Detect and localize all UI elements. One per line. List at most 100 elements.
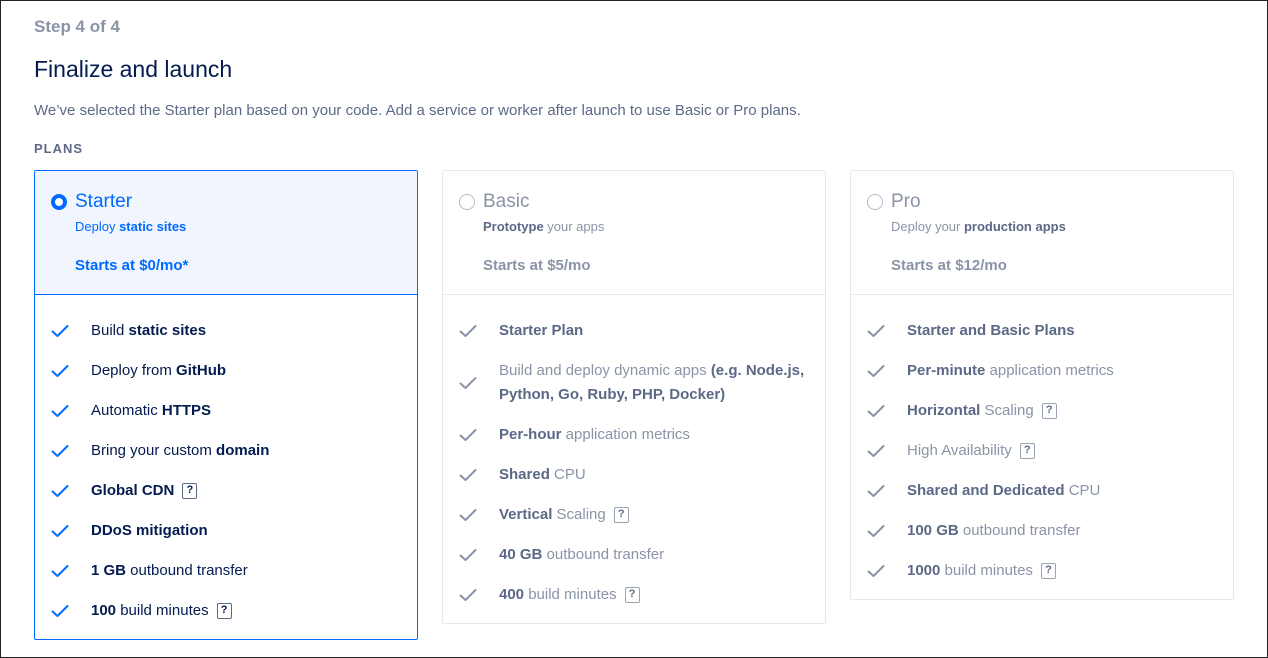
plan-subtitle-text: Deploy your [891, 219, 964, 234]
check-icon [51, 604, 75, 618]
plan-card-basic[interactable]: Basic Prototype your apps Starts at $5/mo S… [442, 170, 826, 624]
step-indicator: Step 4 of 4 [34, 17, 120, 36]
check-icon [459, 324, 483, 338]
check-icon [51, 564, 75, 578]
plan-title-row: Basic [459, 191, 809, 213]
check-icon [51, 364, 75, 378]
feature-text: High Availability? [907, 439, 1035, 463]
feature-text: 100 GB outbound transfer [907, 519, 1080, 543]
feature-text-emphasis: HTTPS [161, 402, 212, 419]
plan-subtitle-emphasis: Prototype [483, 219, 544, 234]
plan-card-pro[interactable]: Pro Deploy your production apps Starts at … [850, 170, 1234, 600]
feature-text: 40 GB outbound transfer [499, 543, 664, 567]
check-icon [51, 324, 75, 338]
feature-text: Shared and Dedicated CPU [907, 479, 1100, 503]
help-icon[interactable]: ? [1041, 403, 1057, 420]
feature-text-part: application metrics [561, 426, 690, 443]
feature-text: Shared CPU [499, 463, 586, 487]
feature-text-emphasis: Per-hour [499, 426, 562, 443]
plan-feature-item: Shared and Dedicated CPU [867, 471, 1217, 511]
plan-feature-item: Per-hour application metrics [459, 415, 809, 455]
feature-text: Starter Plan [499, 319, 583, 343]
check-icon [51, 524, 75, 538]
plan-feature-item: 100 build minutes? [51, 591, 401, 631]
plan-radio-pro[interactable] [867, 194, 883, 210]
plan-feature-item: 1 GB outbound transfer [51, 551, 401, 591]
finalize-launch-page: Step 4 of 4 Finalize and launch We’ve se… [0, 0, 1268, 658]
check-icon [867, 524, 891, 538]
plan-feature-list: Build static sites Deploy from GitHub Auto… [35, 295, 417, 639]
plan-subtitle: Deploy static sites [75, 218, 401, 236]
feature-text-emphasis: Per-minute [907, 362, 986, 379]
page-title: Finalize and launch [34, 56, 233, 82]
feature-text: Global CDN? [91, 479, 198, 503]
plan-title-row: Starter [51, 191, 401, 213]
check-icon [51, 404, 75, 418]
help-icon[interactable]: ? [182, 483, 198, 500]
feature-text-emphasis: Vertical [499, 506, 553, 523]
plan-feature-item: Global CDN? [51, 471, 401, 511]
plan-card-header[interactable]: Starter Deploy static sites Starts at $0/m… [35, 171, 417, 295]
plan-card-header[interactable]: Pro Deploy your production apps Starts at … [851, 171, 1233, 295]
help-icon[interactable]: ? [216, 603, 232, 620]
feature-text-part: Build [91, 322, 129, 339]
plan-feature-item: Deploy from GitHub [51, 351, 401, 391]
feature-text: Per-hour application metrics [499, 423, 690, 447]
plan-subtitle-text: your apps [543, 219, 605, 234]
feature-text-part: Automatic [91, 402, 162, 419]
feature-text-emphasis: 100 GB [907, 522, 959, 539]
feature-text-part: outbound transfer [958, 522, 1081, 539]
plan-cards: Starter Deploy static sites Starts at $0/m… [34, 170, 1234, 640]
feature-text-part: Scaling [552, 506, 606, 523]
check-icon [459, 508, 483, 522]
help-icon[interactable]: ? [1019, 443, 1035, 460]
feature-text-emphasis: Global CDN [91, 482, 175, 499]
plan-radio-starter[interactable] [51, 194, 67, 210]
feature-text-emphasis: 1 GB [91, 562, 127, 579]
feature-text-emphasis: static sites [128, 322, 207, 339]
page-description: We’ve selected the Starter plan based on… [34, 102, 801, 119]
help-icon[interactable]: ? [1040, 563, 1056, 580]
feature-text: 100 build minutes? [91, 599, 232, 623]
feature-text: Deploy from GitHub [91, 359, 226, 383]
feature-text-emphasis: Shared [499, 466, 550, 483]
plan-radio-basic[interactable] [459, 194, 475, 210]
plan-subtitle-emphasis: static sites [119, 219, 187, 234]
feature-text-part: build minutes [524, 586, 617, 603]
feature-text-emphasis: Horizontal [907, 402, 981, 419]
check-icon [867, 404, 891, 418]
plan-feature-item: Starter and Basic Plans [867, 311, 1217, 351]
feature-text: Starter and Basic Plans [907, 319, 1075, 343]
feature-text-emphasis: domain [216, 442, 270, 459]
feature-text: Automatic HTTPS [91, 399, 211, 423]
feature-text: Bring your custom domain [91, 439, 269, 463]
feature-text: 400 build minutes? [499, 583, 640, 607]
plan-price: Starts at $5/mo [483, 257, 591, 274]
plan-card-header[interactable]: Basic Prototype your apps Starts at $5/mo [443, 171, 825, 295]
plan-feature-item: 100 GB outbound transfer [867, 511, 1217, 551]
feature-text-part: build minutes [940, 562, 1033, 579]
feature-text-emphasis: Shared and Dedicated [907, 482, 1065, 499]
plan-card-starter[interactable]: Starter Deploy static sites Starts at $0/m… [34, 170, 418, 640]
check-icon [867, 444, 891, 458]
check-icon [867, 484, 891, 498]
feature-text-part: High Availability [907, 442, 1012, 459]
plan-feature-item: Automatic HTTPS [51, 391, 401, 431]
plan-feature-item: Per-minute application metrics [867, 351, 1217, 391]
feature-text: DDoS mitigation [91, 519, 208, 543]
help-icon[interactable]: ? [624, 587, 640, 604]
feature-text-part: CPU [549, 466, 586, 483]
check-icon [459, 588, 483, 602]
check-icon [51, 484, 75, 498]
plan-subtitle-text: Deploy [75, 219, 120, 234]
check-icon [459, 428, 483, 442]
help-icon[interactable]: ? [613, 507, 629, 524]
plan-feature-item: 40 GB outbound transfer [459, 535, 809, 575]
plan-feature-item: Build and deploy dynamic apps (e.g. Node… [459, 351, 809, 415]
plan-feature-item: Bring your custom domain [51, 431, 401, 471]
feature-text: Build and deploy dynamic apps (e.g. Node… [499, 359, 809, 407]
plan-feature-item: Starter Plan [459, 311, 809, 351]
plan-feature-item: 1000 build minutes? [867, 551, 1217, 591]
feature-text-part: outbound transfer [126, 562, 248, 579]
check-icon [867, 564, 891, 578]
